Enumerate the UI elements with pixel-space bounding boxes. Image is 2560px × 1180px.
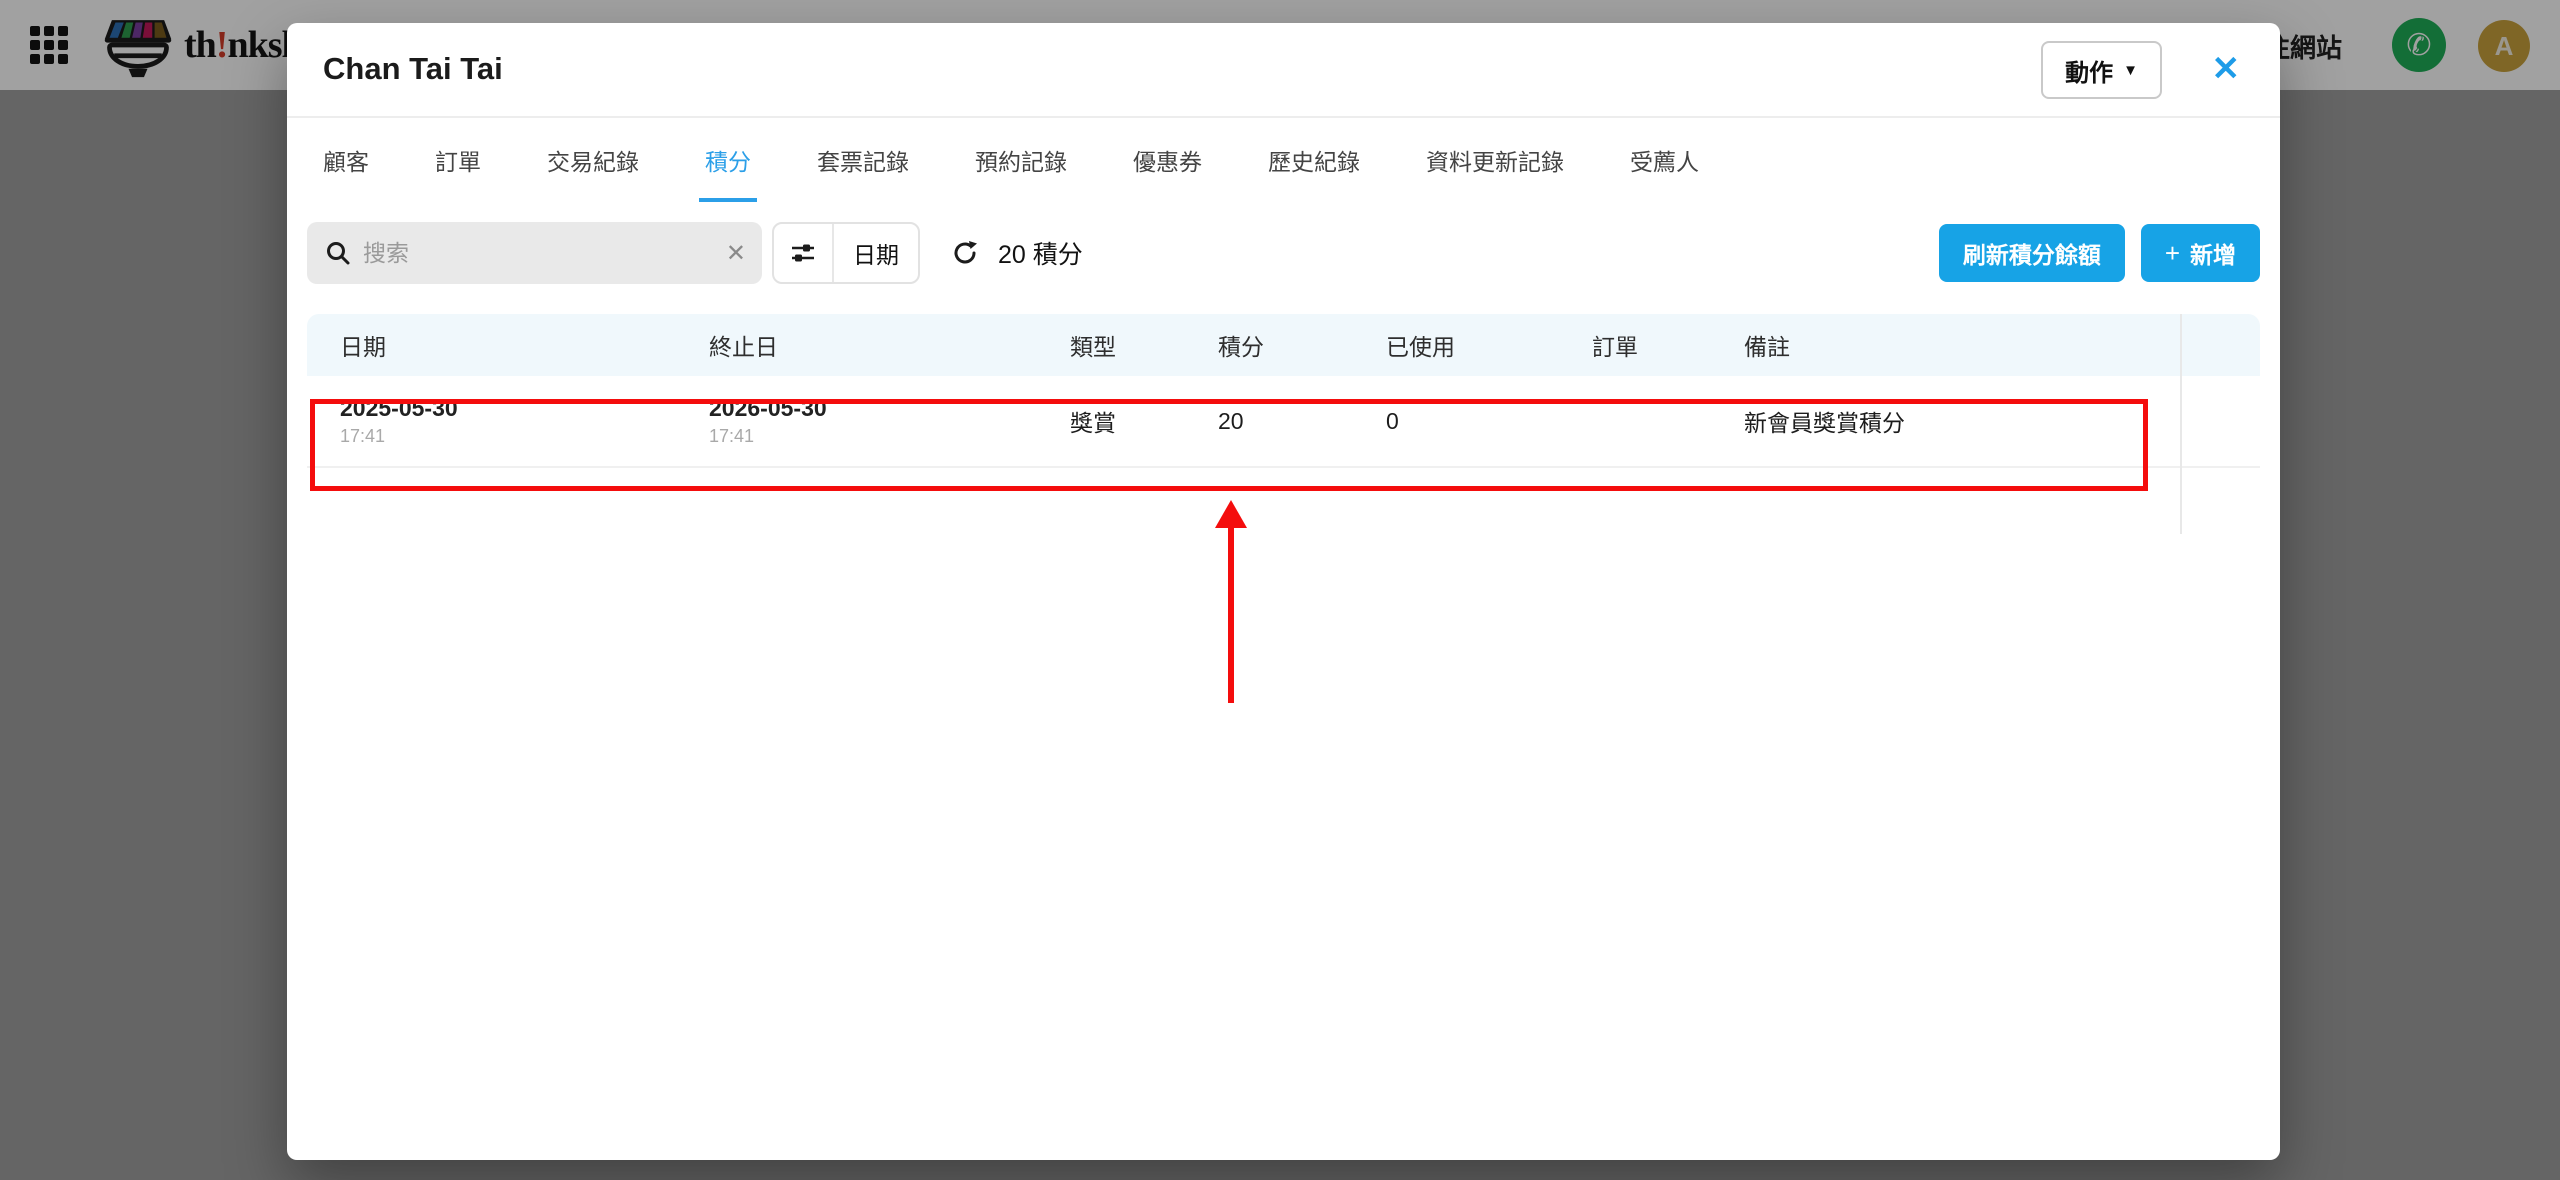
col-header-points: 積分 [1218,314,1386,376]
col-header-remark: 備註 [1744,314,2180,376]
points-total-label: 20 積分 [998,235,1083,271]
col-header-expiry: 終止日 [709,314,1070,376]
tab-transactions[interactable]: 交易紀錄 [547,118,639,202]
plus-icon: + [2165,238,2180,269]
filter-sliders-button[interactable] [774,224,834,282]
clear-search-icon[interactable]: ✕ [726,239,746,268]
toolbar-actions: 刷新積分餘額 + 新增 [1939,224,2260,282]
customer-detail-modal: Chan Tai Tai 動作 ▼ ✕ 顧客 訂單 交易紀錄 積分 套票記錄 預… [287,23,2280,1160]
search-input[interactable] [363,240,726,267]
customer-name-title: Chan Tai Tai [323,51,503,87]
tab-points[interactable]: 積分 [705,118,751,202]
customer-tabs: 顧客 訂單 交易紀錄 積分 套票記錄 預約記錄 優惠券 歷史紀錄 資料更新記錄 … [287,118,2280,202]
modal-header: Chan Tai Tai 動作 ▼ ✕ [287,23,2280,118]
points-table: 日期 終止日 類型 積分 已使用 訂單 備註 2025-05-30 17:41 … [307,314,2260,468]
add-new-label: 新增 [2190,236,2236,270]
search-icon [325,240,351,266]
cell-remark: 新會員獎賞積分 [1744,376,2180,466]
cell-order [1592,376,1744,466]
sliders-icon [790,240,816,266]
actions-column-divider [2180,314,2182,534]
date-filter-button[interactable]: 日期 [834,224,918,282]
tab-bookings[interactable]: 預約記錄 [975,118,1067,202]
col-header-used: 已使用 [1386,314,1592,376]
cell-actions [2180,376,2260,466]
highlight-arrow-line [1228,525,1234,703]
close-icon[interactable]: ✕ [2212,49,2241,90]
tab-data-updates[interactable]: 資料更新記錄 [1426,118,1564,202]
refresh-points-balance-button[interactable]: 刷新積分餘額 [1939,224,2125,282]
refresh-icon[interactable] [950,238,980,268]
table-row[interactable]: 2025-05-30 17:41 2026-05-30 17:41 獎賞 20 … [307,376,2260,468]
col-header-actions [2180,314,2260,376]
tab-orders[interactable]: 訂單 [435,118,481,202]
cell-used: 0 [1386,376,1592,466]
filter-button-group: 日期 [772,222,920,284]
cell-points: 20 [1218,376,1386,466]
points-toolbar: ✕ 日期 20 積分 刷新積分餘額 + 新增 [287,222,2280,284]
tab-referees[interactable]: 受薦人 [1630,118,1699,202]
actions-label: 動作 [2065,53,2113,88]
highlight-arrow-head [1215,500,1247,528]
chevron-down-icon: ▼ [2123,62,2138,79]
search-box[interactable]: ✕ [307,222,762,284]
col-header-date: 日期 [307,314,709,376]
col-header-order: 訂單 [1592,314,1744,376]
tab-coupons[interactable]: 優惠券 [1133,118,1202,202]
tab-history[interactable]: 歷史紀錄 [1268,118,1360,202]
cell-expiry: 2026-05-30 17:41 [709,376,1070,466]
cell-type: 獎賞 [1070,376,1218,466]
actions-dropdown-button[interactable]: 動作 ▼ [2041,41,2162,99]
col-header-type: 類型 [1070,314,1218,376]
tab-packages[interactable]: 套票記錄 [817,118,909,202]
add-new-button[interactable]: + 新增 [2141,224,2260,282]
table-header-row: 日期 終止日 類型 積分 已使用 訂單 備註 [307,314,2260,376]
cell-date: 2025-05-30 17:41 [307,376,709,466]
tab-customer[interactable]: 顧客 [323,118,369,202]
